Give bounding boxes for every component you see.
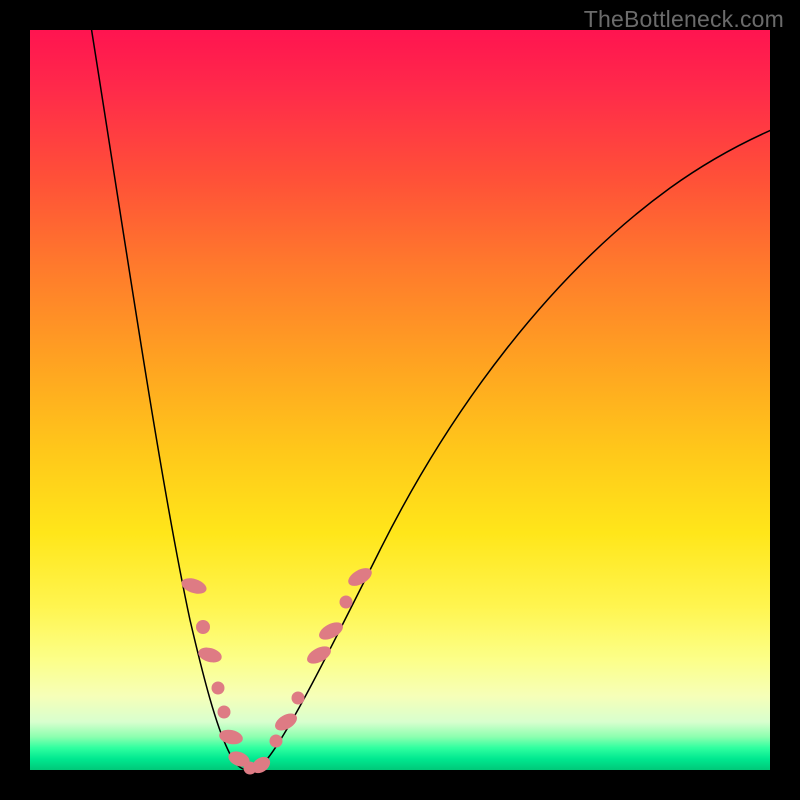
curve-marker (304, 643, 334, 668)
curve-marker-group (179, 564, 374, 776)
curve-marker (340, 596, 353, 609)
curve-marker (218, 706, 231, 719)
curve-marker (316, 619, 346, 644)
watermark-text: TheBottleneck.com (584, 6, 784, 33)
curve-marker (218, 728, 244, 747)
curve-marker (196, 620, 210, 634)
chart-plot-area (30, 30, 770, 770)
curve-marker (292, 692, 305, 705)
curve-marker (212, 682, 225, 695)
curve-marker (270, 735, 283, 748)
bottleneck-curve (90, 20, 800, 770)
chart-svg (30, 30, 770, 770)
